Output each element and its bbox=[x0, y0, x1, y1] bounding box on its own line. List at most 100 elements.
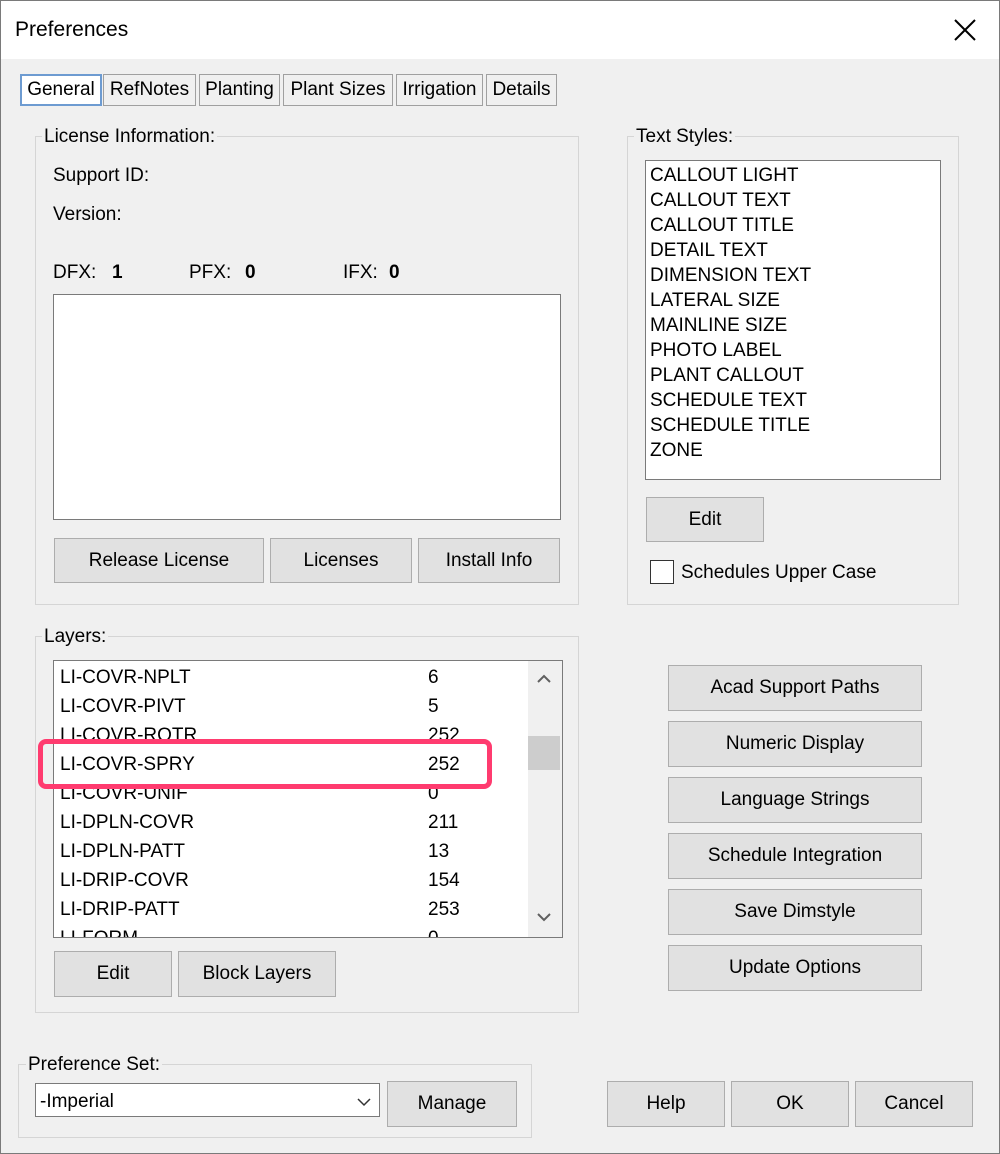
chevron-up-icon bbox=[537, 674, 551, 683]
layers-scrollbar[interactable] bbox=[528, 661, 562, 937]
save-dimstyle-button[interactable]: Save Dimstyle bbox=[668, 889, 922, 935]
layer-name: LI-DPLN-PATT bbox=[60, 841, 185, 862]
highlighted-layer-callout bbox=[38, 739, 492, 789]
table-row[interactable]: LI-DPLN-COVR 211 bbox=[60, 808, 520, 837]
button-label: Install Info bbox=[445, 549, 533, 571]
pfx-label: PFX: bbox=[189, 262, 232, 283]
window-title: Preferences bbox=[15, 18, 129, 41]
dfx-label: DFX: bbox=[53, 262, 97, 283]
pfx-value: 0 bbox=[245, 262, 256, 283]
ifx-value: 0 bbox=[389, 262, 400, 283]
cancel-button[interactable]: Cancel bbox=[855, 1081, 973, 1127]
help-button[interactable]: Help bbox=[607, 1081, 725, 1127]
tab-general[interactable]: General bbox=[20, 74, 102, 106]
licenses-button[interactable]: Licenses bbox=[270, 538, 412, 583]
install-info-button[interactable]: Install Info bbox=[418, 538, 560, 583]
dfx-value: 1 bbox=[112, 262, 123, 283]
layer-value: 0 bbox=[428, 924, 439, 937]
version-label: Version: bbox=[53, 204, 122, 225]
block-layers-button[interactable]: Block Layers bbox=[178, 951, 336, 997]
tab-irrigation[interactable]: Irrigation bbox=[396, 74, 483, 106]
list-item[interactable]: CALLOUT TEXT bbox=[650, 188, 791, 213]
layer-name: LI-COVR-NPLT bbox=[60, 667, 191, 688]
button-label: Save Dimstyle bbox=[734, 901, 856, 922]
layer-value: 211 bbox=[428, 812, 459, 833]
ifx-label: IFX: bbox=[343, 262, 378, 283]
button-label: Licenses bbox=[303, 549, 379, 571]
text-styles-group-label: Text Styles: bbox=[634, 126, 736, 148]
numeric-display-button[interactable]: Numeric Display bbox=[668, 721, 922, 767]
layer-name: LI-DRIP-PATT bbox=[60, 899, 180, 920]
schedules-upper-case-label[interactable]: Schedules Upper Case bbox=[681, 562, 876, 584]
scroll-down-button[interactable] bbox=[536, 909, 552, 931]
tab-label: Irrigation bbox=[402, 79, 477, 100]
list-item[interactable]: DETAIL TEXT bbox=[650, 238, 768, 263]
tab-label: Plant Sizes bbox=[290, 79, 386, 100]
table-row[interactable]: LI-FORM 0 bbox=[60, 924, 520, 937]
acad-support-paths-button[interactable]: Acad Support Paths bbox=[668, 665, 922, 711]
button-label: Edit bbox=[96, 963, 130, 984]
tab-label: Details bbox=[492, 79, 551, 100]
layer-value: 5 bbox=[428, 696, 439, 717]
layer-name: LI-DRIP-COVR bbox=[60, 870, 189, 891]
list-item[interactable]: MAINLINE SIZE bbox=[650, 313, 787, 338]
button-label: Release License bbox=[88, 549, 230, 571]
layer-edit-button[interactable]: Edit bbox=[54, 951, 172, 997]
layer-name: LI-DPLN-COVR bbox=[60, 812, 195, 833]
button-label: Manage bbox=[417, 1093, 487, 1114]
chevron-down-icon bbox=[537, 913, 551, 922]
tab-refnotes[interactable]: RefNotes bbox=[103, 74, 196, 106]
manage-button[interactable]: Manage bbox=[387, 1081, 517, 1127]
list-item[interactable]: LATERAL SIZE bbox=[650, 288, 780, 313]
button-label: Schedule Integration bbox=[707, 845, 883, 866]
button-label: Language Strings bbox=[720, 789, 870, 810]
layer-value: 154 bbox=[428, 870, 460, 891]
text-style-edit-button[interactable]: Edit bbox=[646, 497, 764, 542]
tab-plant-sizes[interactable]: Plant Sizes bbox=[283, 74, 393, 106]
title-bar bbox=[1, 1, 999, 59]
close-icon bbox=[954, 19, 976, 41]
table-row[interactable]: LI-COVR-NPLT 6 bbox=[60, 663, 520, 692]
text-styles-list[interactable]: CALLOUT LIGHT CALLOUT TEXT CALLOUT TITLE… bbox=[645, 160, 941, 480]
tab-details[interactable]: Details bbox=[486, 74, 557, 106]
preference-set-select[interactable]: -Imperial bbox=[35, 1083, 380, 1117]
table-row[interactable]: LI-DRIP-COVR 154 bbox=[60, 866, 520, 895]
preference-set-label: Preference Set: bbox=[26, 1054, 163, 1076]
table-row[interactable]: LI-DRIP-PATT 253 bbox=[60, 895, 520, 924]
schedule-integration-button[interactable]: Schedule Integration bbox=[668, 833, 922, 879]
update-options-button[interactable]: Update Options bbox=[668, 945, 922, 991]
button-label: Numeric Display bbox=[725, 733, 865, 754]
language-strings-button[interactable]: Language Strings bbox=[668, 777, 922, 823]
layer-value: 13 bbox=[428, 841, 450, 862]
list-item[interactable]: ZONE bbox=[650, 438, 703, 463]
tab-label: General bbox=[27, 79, 95, 100]
tab-label: RefNotes bbox=[109, 79, 190, 100]
list-item[interactable]: SCHEDULE TEXT bbox=[650, 388, 807, 413]
license-info-box[interactable] bbox=[53, 294, 561, 520]
layer-value: 6 bbox=[428, 667, 439, 688]
release-license-button[interactable]: Release License bbox=[54, 538, 264, 583]
button-label: Acad Support Paths bbox=[710, 677, 880, 698]
scroll-up-button[interactable] bbox=[536, 671, 552, 693]
schedules-upper-case-checkbox[interactable] bbox=[650, 560, 674, 584]
list-item[interactable]: CALLOUT LIGHT bbox=[650, 163, 799, 188]
list-item[interactable]: PHOTO LABEL bbox=[650, 338, 782, 363]
list-item[interactable]: CALLOUT TITLE bbox=[650, 213, 794, 238]
support-id-label: Support ID: bbox=[53, 165, 150, 186]
button-label: Block Layers bbox=[202, 963, 312, 984]
list-item[interactable]: SCHEDULE TITLE bbox=[650, 413, 810, 438]
tab-planting[interactable]: Planting bbox=[199, 74, 280, 106]
license-group-label: License Information: bbox=[42, 126, 218, 148]
ok-button[interactable]: OK bbox=[731, 1081, 849, 1127]
button-label: OK bbox=[776, 1093, 804, 1114]
table-row[interactable]: LI-DPLN-PATT 13 bbox=[60, 837, 520, 866]
layer-name: LI-FORM bbox=[60, 924, 138, 937]
table-row[interactable]: LI-COVR-PIVT 5 bbox=[60, 692, 520, 721]
layers-list[interactable]: LI-COVR-NPLT 6 LI-COVR-PIVT 5 LI-COVR-ROTR… bbox=[53, 660, 563, 938]
chevron-down-icon bbox=[356, 1093, 372, 1115]
close-button[interactable] bbox=[945, 10, 985, 50]
list-item[interactable]: DIMENSION TEXT bbox=[650, 263, 811, 288]
scroll-thumb[interactable] bbox=[528, 736, 560, 770]
list-item[interactable]: PLANT CALLOUT bbox=[650, 363, 804, 388]
preference-set-value: -Imperial bbox=[40, 1091, 114, 1112]
